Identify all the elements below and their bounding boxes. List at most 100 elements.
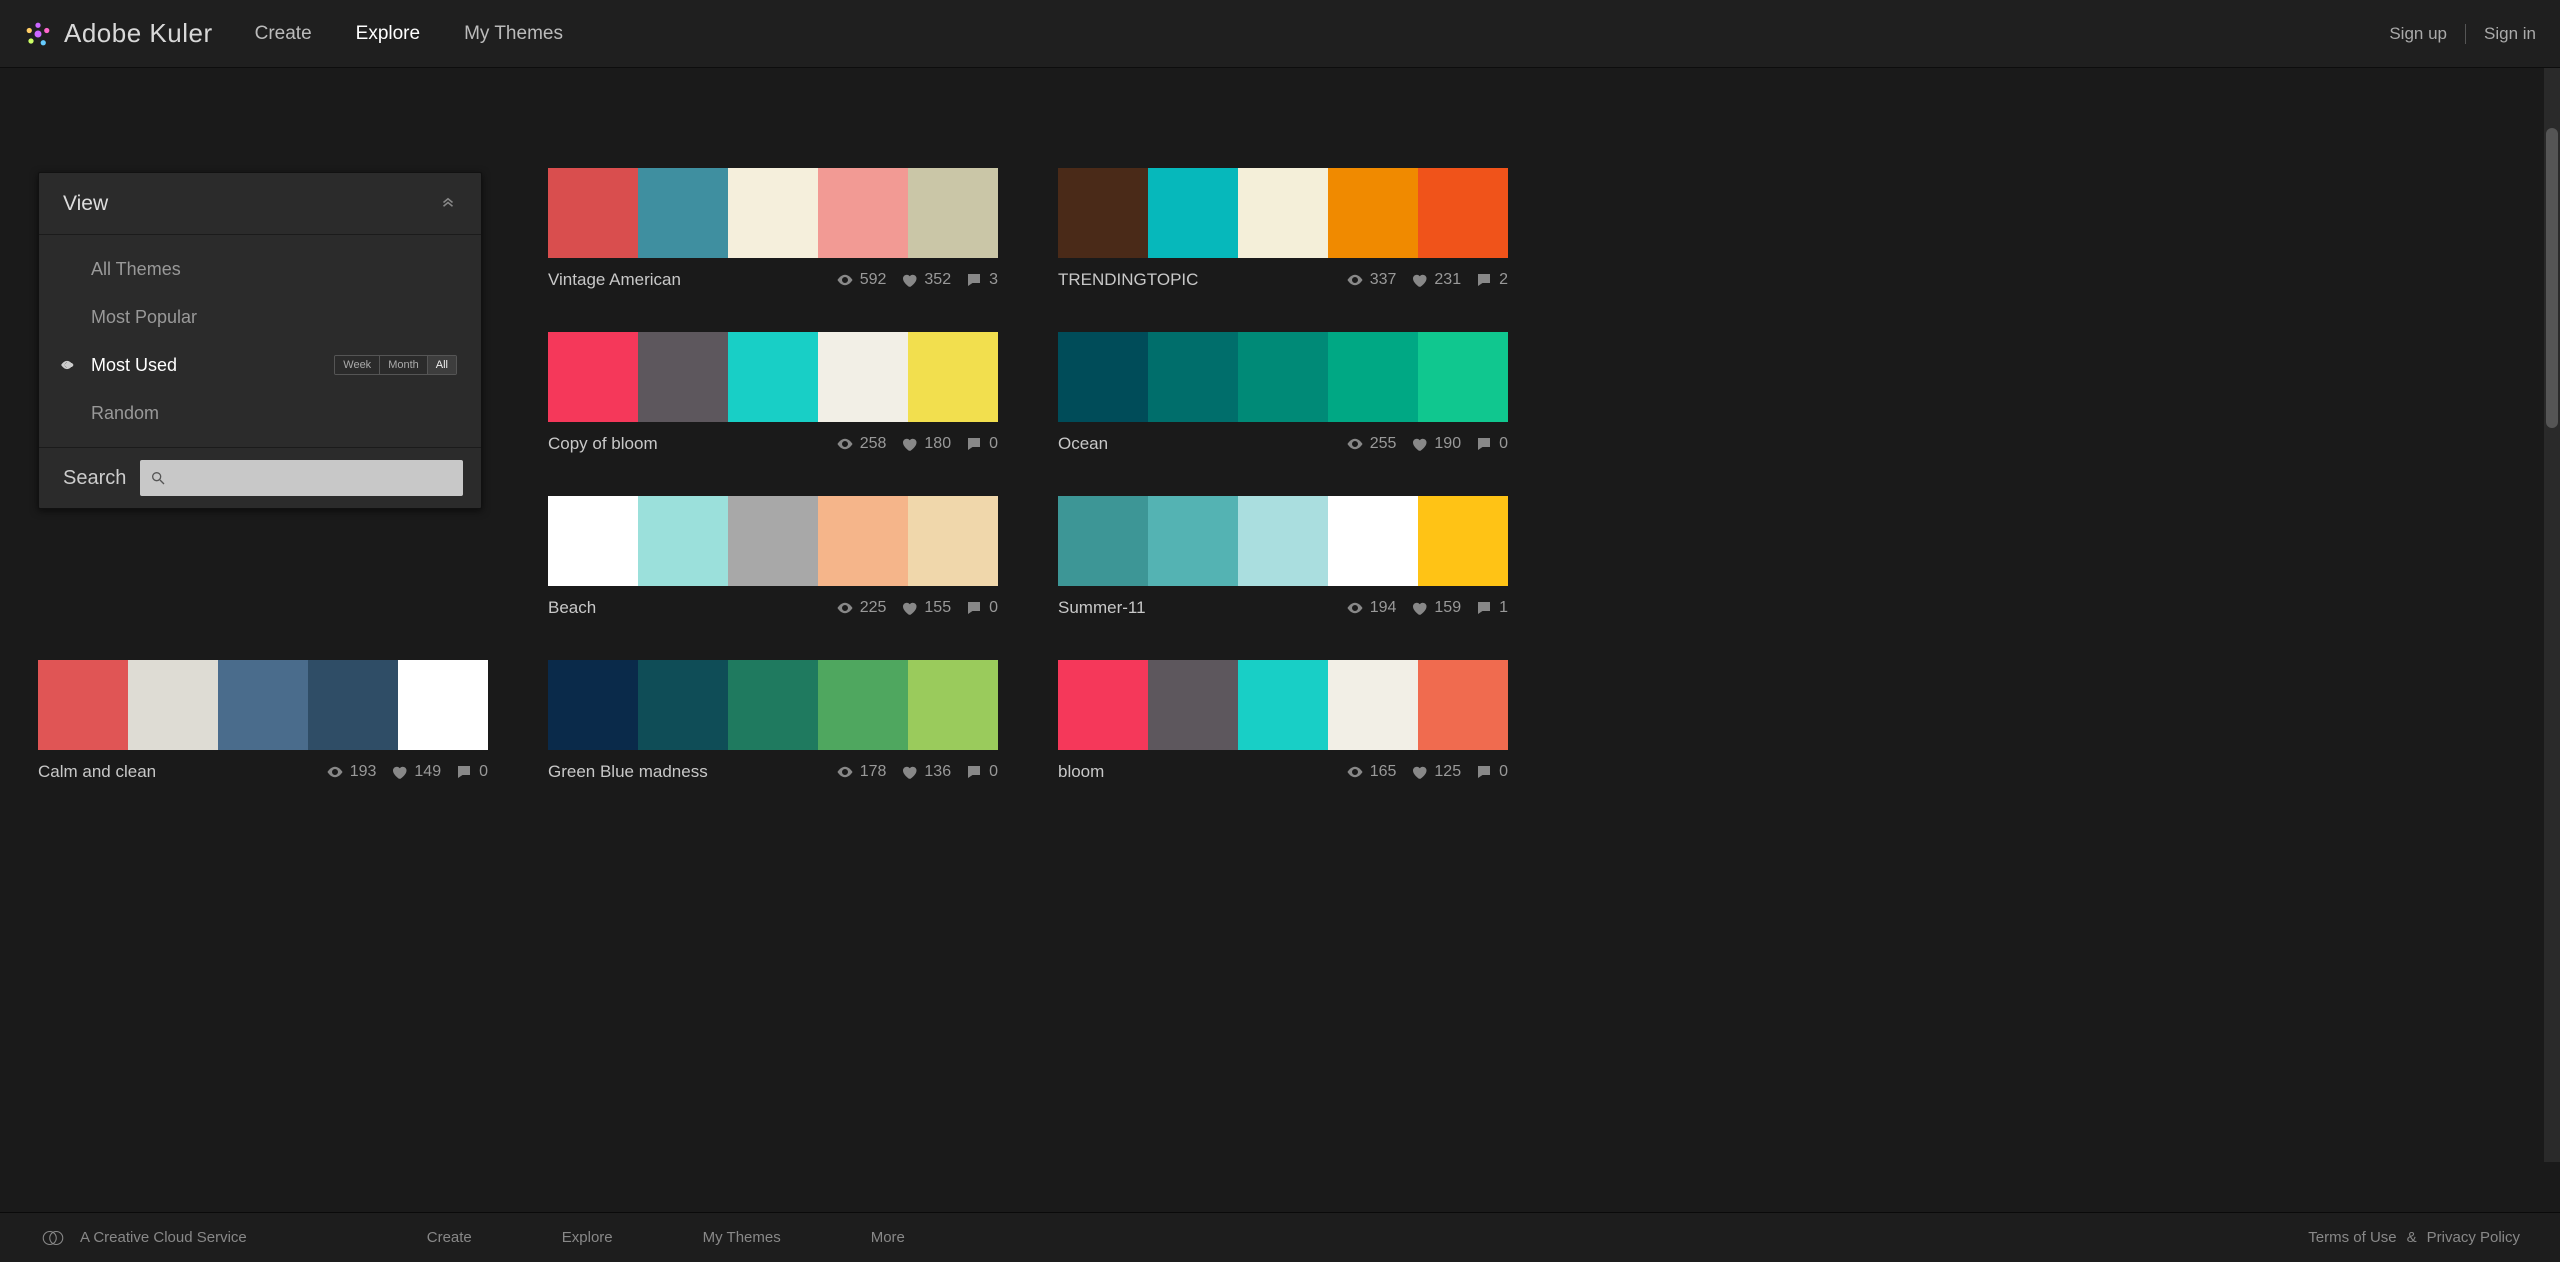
time-all[interactable]: All xyxy=(428,356,456,374)
views-stat: 193 xyxy=(326,763,377,781)
swatch xyxy=(908,660,998,750)
theme-name: Green Blue madness xyxy=(548,762,822,782)
search-input[interactable] xyxy=(172,470,453,487)
eye-icon xyxy=(836,271,854,289)
scrollbar[interactable] xyxy=(2544,68,2560,1162)
nav-my-themes[interactable]: My Themes xyxy=(464,23,563,45)
heart-icon xyxy=(390,763,408,781)
heart-icon xyxy=(900,271,918,289)
comments-stat: 0 xyxy=(965,599,998,617)
theme-meta: Beach2251550 xyxy=(548,598,998,618)
swatch xyxy=(818,332,908,422)
filter-label: Most Used xyxy=(91,355,177,376)
heart-icon xyxy=(900,435,918,453)
privacy-link[interactable]: Privacy Policy xyxy=(2427,1229,2520,1246)
theme-card[interactable]: TRENDINGTOPIC3372312 xyxy=(1058,168,1508,290)
likes-stat: 136 xyxy=(900,763,951,781)
filter-label: Most Popular xyxy=(91,307,197,328)
search-row: Search xyxy=(39,448,481,508)
comments-stat: 0 xyxy=(455,763,488,781)
main-area: View All Themes Most Popular Most Used W… xyxy=(0,68,2560,1212)
swatch xyxy=(638,168,728,258)
view-panel-header[interactable]: View xyxy=(39,173,481,235)
theme-card[interactable]: Vintage American5923523 xyxy=(548,168,998,290)
time-month[interactable]: Month xyxy=(380,356,428,374)
theme-card[interactable]: bloom1651250 xyxy=(1058,660,1508,782)
footer-nav: Create Explore My Themes More xyxy=(427,1229,905,1246)
heart-icon xyxy=(1410,763,1428,781)
likes-stat: 180 xyxy=(900,435,951,453)
theme-card[interactable]: Copy of bloom2581800 xyxy=(548,332,998,454)
swatch-row xyxy=(1058,496,1508,586)
swatch xyxy=(128,660,218,750)
comment-icon xyxy=(965,435,983,453)
swatch xyxy=(1238,168,1328,258)
search-label: Search xyxy=(63,467,126,490)
filter-random[interactable]: Random xyxy=(39,389,481,437)
stat-value: 225 xyxy=(860,599,887,617)
theme-card[interactable]: Summer-111941591 xyxy=(1058,496,1508,618)
swatch xyxy=(1418,660,1508,750)
views-stat: 178 xyxy=(836,763,887,781)
views-stat: 337 xyxy=(1346,271,1397,289)
filter-most-used[interactable]: Most Used Week Month All xyxy=(39,341,481,389)
filter-all-themes[interactable]: All Themes xyxy=(39,245,481,293)
comments-stat: 2 xyxy=(1475,271,1508,289)
app-logo[interactable]: Adobe Kuler xyxy=(24,18,213,49)
swatch xyxy=(728,332,818,422)
swatch xyxy=(908,168,998,258)
footer-legal: Terms of Use & Privacy Policy xyxy=(2308,1229,2520,1246)
eye-icon xyxy=(836,435,854,453)
views-stat: 255 xyxy=(1346,435,1397,453)
theme-name: Ocean xyxy=(1058,434,1332,454)
swatch xyxy=(1238,332,1328,422)
search-input-wrap[interactable] xyxy=(140,460,463,496)
footer-more[interactable]: More xyxy=(871,1229,905,1246)
eye-icon xyxy=(57,358,77,372)
terms-link[interactable]: Terms of Use xyxy=(2308,1229,2396,1246)
swatch-row xyxy=(548,660,998,750)
theme-card[interactable]: Beach2251550 xyxy=(548,496,998,618)
likes-stat: 155 xyxy=(900,599,951,617)
creative-cloud-badge: A Creative Cloud Service xyxy=(40,1229,247,1247)
swatch xyxy=(1058,332,1148,422)
swatch xyxy=(1058,660,1148,750)
footer-create[interactable]: Create xyxy=(427,1229,472,1246)
footer-my-themes[interactable]: My Themes xyxy=(703,1229,781,1246)
footer-explore[interactable]: Explore xyxy=(562,1229,613,1246)
scrollbar-thumb[interactable] xyxy=(2546,128,2558,428)
views-stat: 194 xyxy=(1346,599,1397,617)
comment-icon xyxy=(455,763,473,781)
theme-card[interactable]: Calm and clean1931490 xyxy=(38,660,488,782)
nav-explore[interactable]: Explore xyxy=(356,23,420,45)
nav-create[interactable]: Create xyxy=(255,23,312,45)
filter-most-popular[interactable]: Most Popular xyxy=(39,293,481,341)
swatch xyxy=(638,332,728,422)
likes-stat: 352 xyxy=(900,271,951,289)
time-week[interactable]: Week xyxy=(335,356,380,374)
theme-card[interactable]: Ocean2551900 xyxy=(1058,332,1508,454)
swatch xyxy=(818,660,908,750)
amp: & xyxy=(2407,1229,2417,1246)
time-toggle: Week Month All xyxy=(334,355,457,375)
theme-meta: Ocean2551900 xyxy=(1058,434,1508,454)
theme-card[interactable]: Green Blue madness1781360 xyxy=(548,660,998,782)
swatch xyxy=(638,496,728,586)
comment-icon xyxy=(1475,435,1493,453)
likes-stat: 159 xyxy=(1410,599,1461,617)
views-stat: 592 xyxy=(836,271,887,289)
swatch-row xyxy=(548,168,998,258)
sign-in-link[interactable]: Sign in xyxy=(2484,24,2536,44)
comment-icon xyxy=(1475,599,1493,617)
swatch xyxy=(218,660,308,750)
stat-value: 0 xyxy=(1499,763,1508,781)
stat-value: 180 xyxy=(924,435,951,453)
likes-stat: 190 xyxy=(1410,435,1461,453)
sign-up-link[interactable]: Sign up xyxy=(2389,24,2447,44)
swatch-row xyxy=(1058,332,1508,422)
comment-icon xyxy=(965,599,983,617)
theme-name: TRENDINGTOPIC xyxy=(1058,270,1332,290)
theme-name: Vintage American xyxy=(548,270,822,290)
likes-stat: 125 xyxy=(1410,763,1461,781)
swatch xyxy=(1058,168,1148,258)
